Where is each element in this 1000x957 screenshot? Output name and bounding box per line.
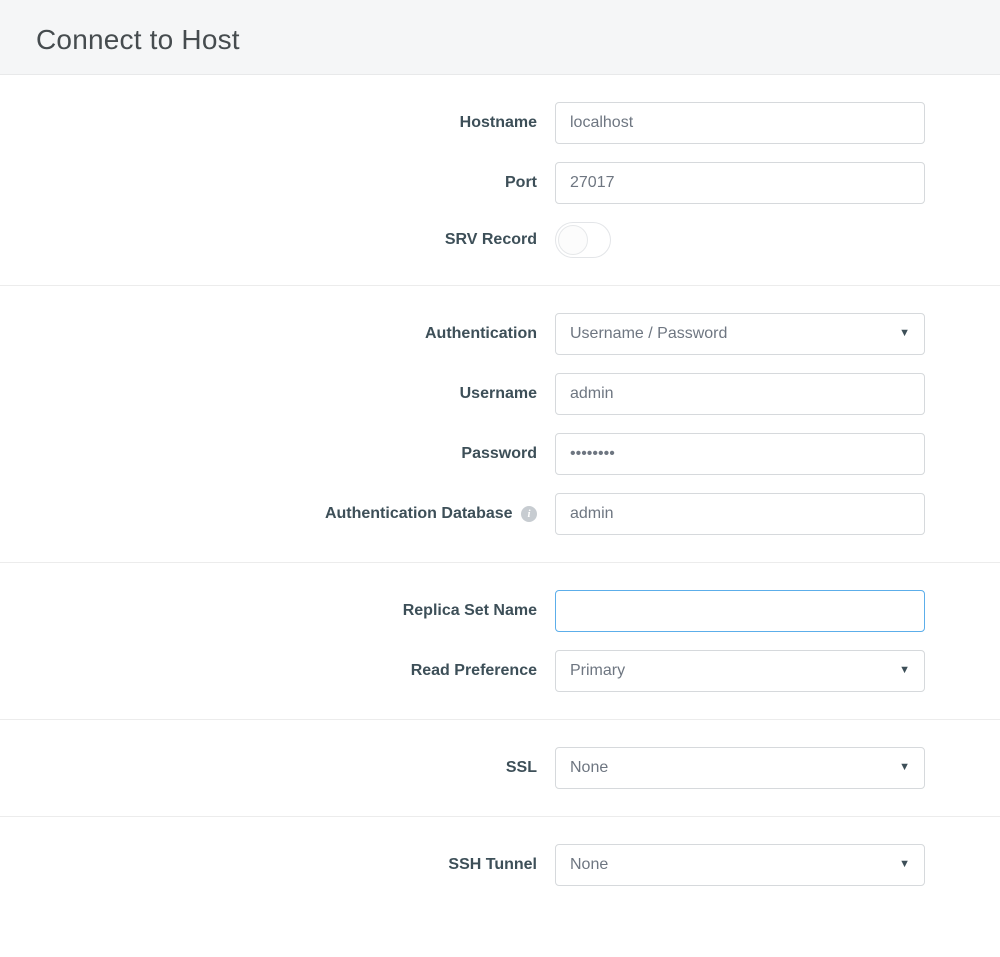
label-hostname: Hostname bbox=[0, 114, 555, 132]
username-input[interactable] bbox=[555, 373, 925, 415]
row-port: Port bbox=[0, 153, 1000, 213]
hostname-input[interactable] bbox=[555, 102, 925, 144]
row-ssl: SSL None ▼ bbox=[0, 738, 1000, 798]
label-authdb-text: Authentication Database bbox=[325, 505, 513, 522]
connection-form: Hostname Port SRV Record Authentication … bbox=[0, 75, 1000, 925]
label-password: Password bbox=[0, 445, 555, 463]
label-replset: Replica Set Name bbox=[0, 602, 555, 620]
info-icon[interactable]: i bbox=[521, 506, 537, 522]
chevron-down-icon: ▼ bbox=[899, 858, 910, 870]
label-username: Username bbox=[0, 385, 555, 403]
row-hostname: Hostname bbox=[0, 93, 1000, 153]
authdb-input[interactable] bbox=[555, 493, 925, 535]
page-title: Connect to Host bbox=[36, 24, 964, 56]
port-input[interactable] bbox=[555, 162, 925, 204]
chevron-down-icon: ▼ bbox=[899, 664, 910, 676]
divider bbox=[0, 285, 1000, 286]
label-authdb: Authentication Database i bbox=[0, 505, 555, 523]
row-readpref: Read Preference Primary ▼ bbox=[0, 641, 1000, 701]
divider bbox=[0, 719, 1000, 720]
ssl-select[interactable]: None ▼ bbox=[555, 747, 925, 789]
row-authdb: Authentication Database i bbox=[0, 484, 1000, 544]
label-readpref: Read Preference bbox=[0, 662, 555, 680]
readpref-select[interactable]: Primary ▼ bbox=[555, 650, 925, 692]
ssh-select-value: None bbox=[570, 856, 608, 874]
divider bbox=[0, 816, 1000, 817]
authentication-select-value: Username / Password bbox=[570, 325, 727, 343]
replset-input[interactable] bbox=[555, 590, 925, 632]
readpref-select-value: Primary bbox=[570, 662, 625, 680]
label-port: Port bbox=[0, 174, 555, 192]
password-input[interactable] bbox=[555, 433, 925, 475]
label-authentication: Authentication bbox=[0, 325, 555, 343]
chevron-down-icon: ▼ bbox=[899, 761, 910, 773]
label-srv: SRV Record bbox=[0, 231, 555, 249]
chevron-down-icon: ▼ bbox=[899, 327, 910, 339]
label-ssl: SSL bbox=[0, 759, 555, 777]
row-replset: Replica Set Name bbox=[0, 581, 1000, 641]
label-ssh: SSH Tunnel bbox=[0, 856, 555, 874]
row-authentication: Authentication Username / Password ▼ bbox=[0, 304, 1000, 364]
page-header: Connect to Host bbox=[0, 0, 1000, 75]
row-ssh: SSH Tunnel None ▼ bbox=[0, 835, 1000, 895]
row-username: Username bbox=[0, 364, 1000, 424]
authentication-select[interactable]: Username / Password ▼ bbox=[555, 313, 925, 355]
ssh-select[interactable]: None ▼ bbox=[555, 844, 925, 886]
divider bbox=[0, 562, 1000, 563]
srv-toggle[interactable] bbox=[555, 222, 611, 258]
row-srv: SRV Record bbox=[0, 213, 1000, 267]
row-password: Password bbox=[0, 424, 1000, 484]
ssl-select-value: None bbox=[570, 759, 608, 777]
toggle-knob bbox=[558, 225, 588, 255]
